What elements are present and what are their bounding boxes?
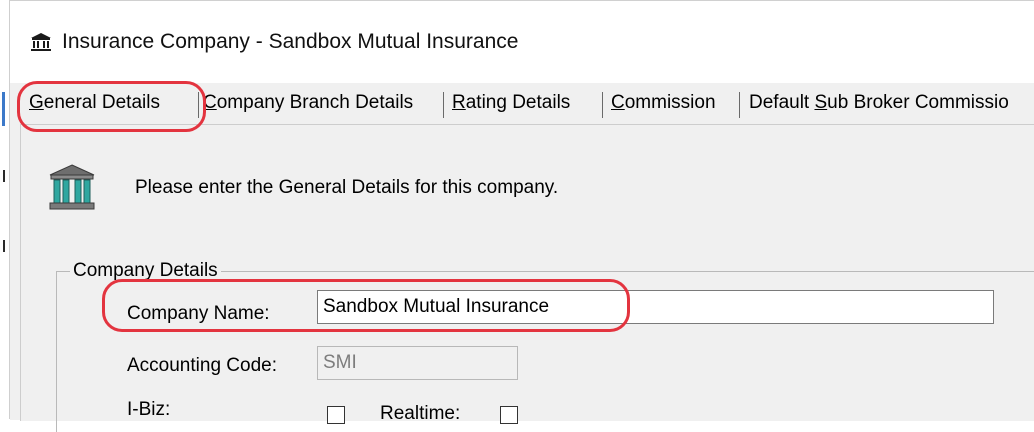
tab-mnemonic: C <box>203 92 217 113</box>
tab-mnemonic: R <box>452 92 466 113</box>
tab-label: ommission <box>624 92 716 113</box>
tab-commission[interactable]: Commission <box>611 88 716 118</box>
tab-company-branch-details[interactable]: Company Branch Details <box>203 88 413 118</box>
tab-separator <box>198 92 199 118</box>
company-details-legend: Company Details <box>70 260 221 282</box>
realtime-label: Realtime: <box>380 403 461 424</box>
ibiz-label: I-Biz: <box>127 399 171 420</box>
tab-label: eneral Details <box>43 92 160 113</box>
background-cursor-mark <box>3 240 5 252</box>
accounting-code-label: Accounting Code: <box>127 355 277 376</box>
ibiz-checkbox[interactable] <box>327 406 345 424</box>
insurance-company-window: Insurance Company - Sandbox Mutual Insur… <box>10 0 1034 432</box>
tab-strip: General Details Company Branch Details R… <box>10 84 1034 124</box>
tab-label: ompany Branch Details <box>216 92 414 113</box>
company-name-input[interactable]: Sandbox Mutual Insurance <box>317 290 994 324</box>
tab-separator <box>443 92 444 118</box>
intro-instruction-text: Please enter the General Details for thi… <box>135 177 559 198</box>
tab-general-details[interactable]: General Details <box>29 88 160 118</box>
tab-rating-details[interactable]: Rating Details <box>452 88 570 118</box>
tab-label: Default <box>749 92 815 113</box>
accounting-code-input[interactable]: SMI <box>317 346 518 380</box>
tab-default-sub-broker-commission[interactable]: Default Sub Broker Commissio <box>749 88 1009 118</box>
bank-icon <box>49 164 95 210</box>
tab-label: ating Details <box>465 92 571 113</box>
background-window-edge <box>0 0 10 419</box>
tab-mnemonic: S <box>814 92 828 113</box>
tab-separator <box>739 92 740 118</box>
tab-separator <box>602 92 603 118</box>
tab-label: ub Broker Commissio <box>827 92 1009 113</box>
background-cursor-mark <box>3 170 5 182</box>
tab-mnemonic: G <box>29 92 44 113</box>
company-name-label: Company Name: <box>127 303 270 324</box>
tab-mnemonic: C <box>611 92 625 113</box>
bank-icon <box>31 33 51 51</box>
background-selection-marker <box>2 92 5 126</box>
window-title: Insurance Company - Sandbox Mutual Insur… <box>62 30 519 53</box>
title-bar: Insurance Company - Sandbox Mutual Insur… <box>10 1 1034 83</box>
realtime-checkbox[interactable] <box>500 406 518 424</box>
